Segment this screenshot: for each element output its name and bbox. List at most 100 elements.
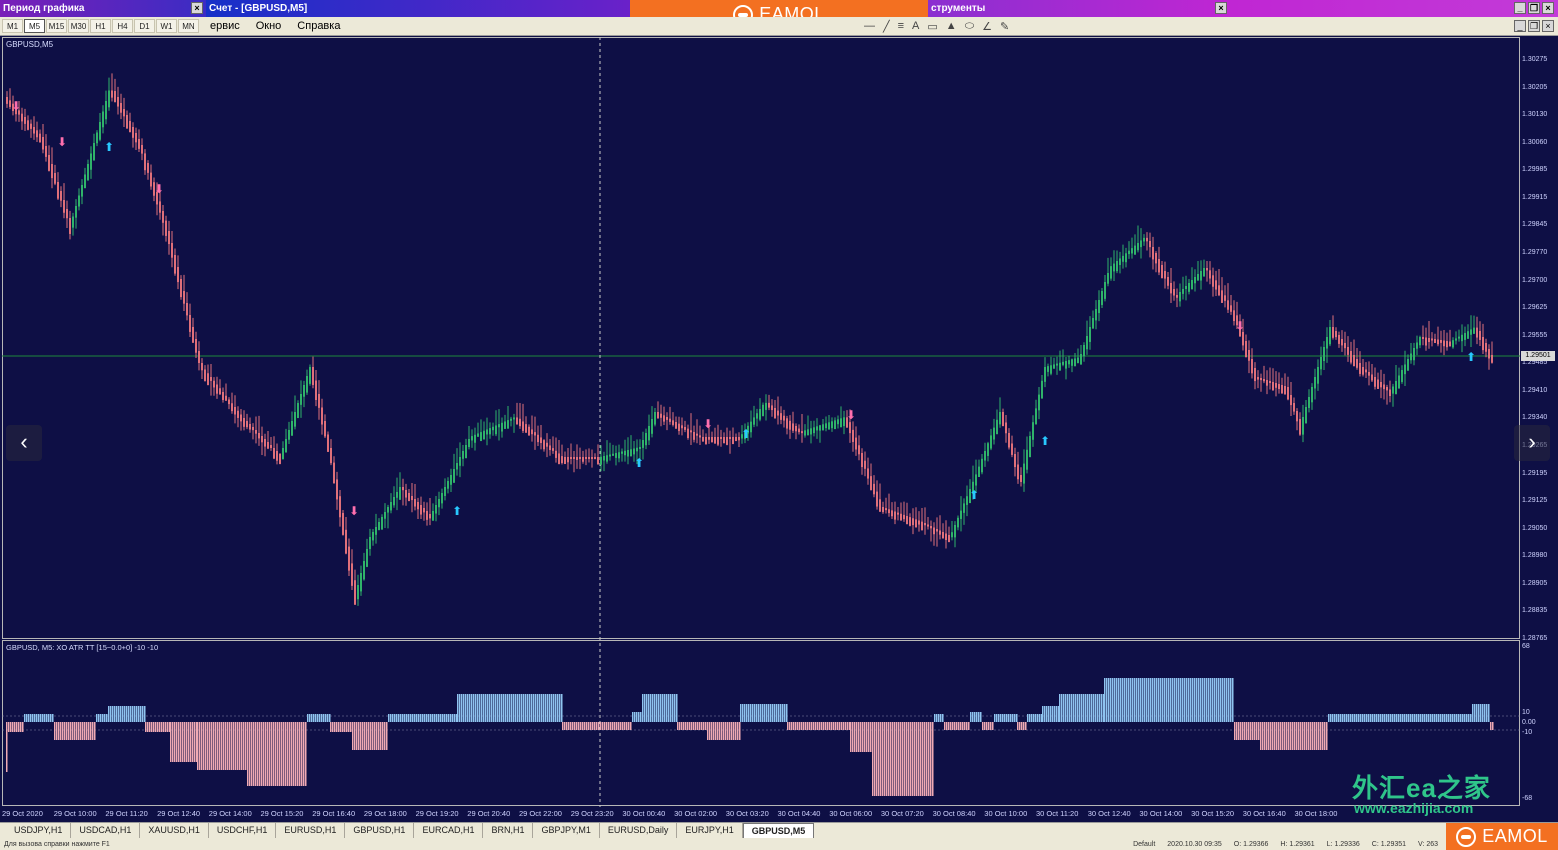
candle [804,430,806,436]
close-icon[interactable]: × [1542,20,1554,32]
histogram-bar [1067,694,1069,722]
candle [489,428,491,435]
timeframe-button-m1[interactable]: M1 [2,19,23,33]
candle [1023,463,1025,484]
candle [171,243,173,258]
histogram-bar [1254,722,1256,740]
chart-tab[interactable]: USDCAD,H1 [71,823,141,838]
histogram-bar [327,714,329,722]
drawing-tool-icon[interactable]: A [912,20,919,32]
candle [486,429,488,435]
chart-tab[interactable]: EURUSD,Daily [600,823,678,838]
drawing-tool-icon[interactable]: ≡ [898,20,904,32]
minimize-icon[interactable]: _ [1514,20,1526,32]
close-icon[interactable]: × [1215,2,1227,14]
candle [432,511,434,521]
histogram-bar [1017,722,1019,730]
histogram-bar [1248,722,1250,740]
candle [1407,359,1409,371]
menu-item-0[interactable]: ервис [210,20,240,32]
chart-tab[interactable]: GBPUSD,M5 [742,823,815,838]
histogram-bar [225,722,227,770]
candle [870,476,872,491]
close-icon[interactable]: × [191,2,203,14]
chart-tab[interactable]: GBPUSD,H1 [345,823,415,838]
histogram-bar [727,722,729,740]
chart-tab[interactable]: USDCHF,H1 [209,823,277,838]
candle [1032,422,1034,440]
histogram-bar [192,722,194,762]
histogram-bar [699,722,701,730]
histogram-bar [227,722,229,770]
restore-icon[interactable]: ❐ [1528,20,1540,32]
candle [1269,381,1271,383]
histogram-bar [92,722,94,740]
timeframe-button-mn[interactable]: MN [178,19,199,33]
chart-tab[interactable]: USDJPY,H1 [6,823,72,838]
histogram-bar [976,712,978,722]
brand-name: EAMOL [1482,826,1548,846]
histogram-bar [1144,678,1146,722]
restore-icon[interactable]: ❐ [1528,2,1540,14]
chart-tab[interactable]: EURUSD,H1 [276,823,346,838]
chart-tab[interactable]: GBPJPY,M1 [533,823,600,838]
drawing-tool-icon[interactable]: ⬭ [965,20,974,33]
histogram-bar [469,694,471,722]
candle [255,430,257,434]
timeframe-button-m15[interactable]: M15 [46,19,67,33]
timeframe-button-m5[interactable]: M5 [24,19,45,33]
histogram-bar [138,706,140,722]
timeframe-button-w1[interactable]: W1 [156,19,177,33]
candle [69,218,71,234]
histogram-bar [1027,714,1029,722]
histogram-bar [1108,678,1110,722]
candle [948,535,950,543]
price-tick-label: 1.29050 [1522,524,1548,532]
drawing-tool-icon[interactable]: ╱ [883,20,890,33]
timeframe-button-m30[interactable]: M30 [68,19,89,33]
histogram-bar [263,722,265,786]
chevron-left-icon[interactable]: ‹ [6,425,42,461]
histogram-bar [886,722,888,796]
menu-item-2[interactable]: Справка [297,20,340,32]
histogram-bar [247,722,249,786]
chevron-right-icon[interactable]: › [1514,425,1550,461]
menu-item-1[interactable]: Окно [256,20,282,32]
chart-tab[interactable]: EURCAD,H1 [414,823,484,838]
histogram-bar [321,714,323,722]
time-tick-label: 30 Oct 07:20 [880,809,924,818]
candle [492,426,494,431]
drawing-tool-icon[interactable]: ∠ [982,20,992,33]
candle [63,200,65,213]
histogram-bar [821,722,823,730]
histogram-bar [936,714,938,722]
drawing-tool-icon[interactable]: ▲ [946,20,957,32]
histogram-bar [243,722,245,770]
timeframe-button-h1[interactable]: H1 [90,19,111,33]
histogram-bar [303,722,305,786]
histogram-bar [499,694,501,722]
candle [261,436,263,443]
drawing-tool-icon[interactable]: ▭ [927,20,937,33]
minimize-icon[interactable]: _ [1514,2,1526,14]
chart-tab[interactable]: EURJPY,H1 [677,823,743,838]
chart-canvas[interactable]: ⬆ ⬆ ⬆ ⬆ ⬆ ⬆ ⬆ ⬇ ⬇ ⬇ ⬇ ⬇ ⬇ ⬇ [2,37,1520,807]
arrow-down-icon: ⬇ [349,504,359,518]
chart-tab[interactable]: XAUUSD,H1 [140,823,209,838]
histogram-bar [197,722,199,770]
histogram-bar [1150,678,1152,722]
histogram-bar [586,722,588,730]
drawing-tool-icon[interactable]: ✎ [1000,20,1009,33]
timeframe-button-h4[interactable]: H4 [112,19,133,33]
close-icon[interactable]: × [1542,2,1554,14]
chart-tab[interactable]: BRN,H1 [483,823,534,838]
histogram-bar [116,706,118,722]
histogram-bar [1138,678,1140,722]
drawing-tool-icon[interactable]: — [864,20,875,32]
price-tick-label: 1.29125 [1522,497,1548,505]
histogram-bar [676,694,678,722]
histogram-bar [1164,678,1166,722]
histogram-bar [1014,714,1016,722]
timeframe-button-d1[interactable]: D1 [134,19,155,33]
candle [864,460,866,469]
